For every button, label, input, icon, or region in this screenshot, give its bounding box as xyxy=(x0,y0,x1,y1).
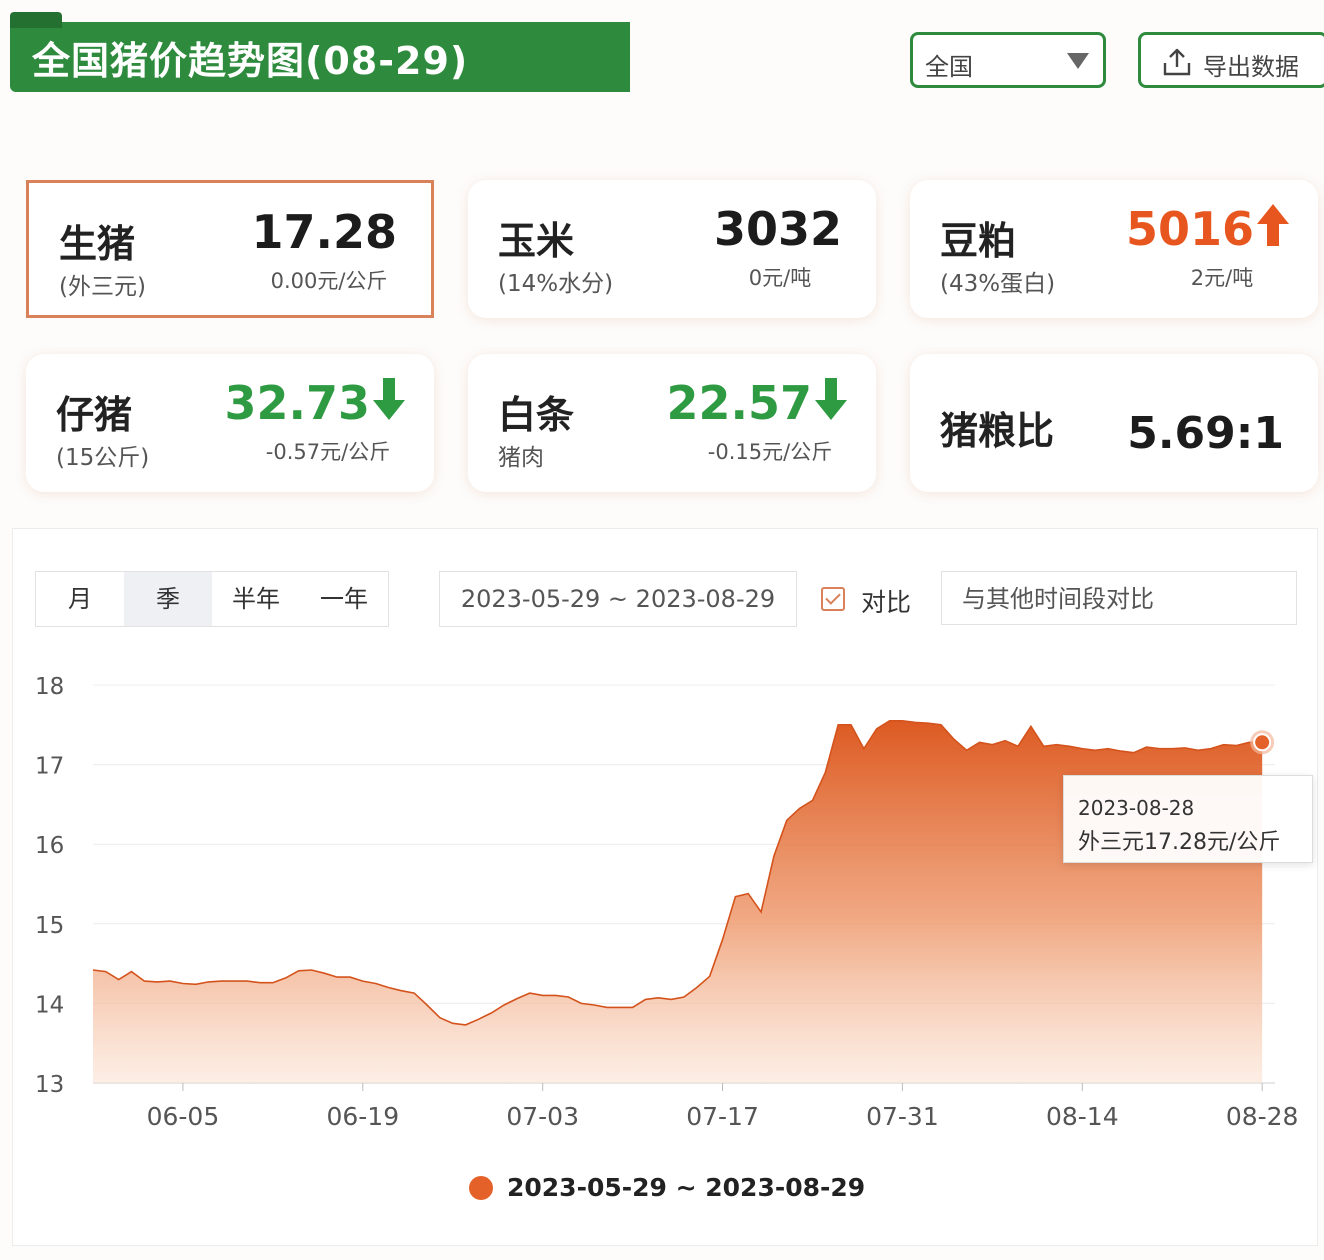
legend-marker xyxy=(469,1175,493,1200)
x-tick-label: 08-28 xyxy=(1226,1102,1299,1131)
card-name: 玉米 xyxy=(498,219,575,263)
upload-icon xyxy=(1163,48,1191,76)
card-sub: (43%蛋白) xyxy=(940,271,1056,297)
card-name: 猪粮比 xyxy=(940,409,1055,453)
x-tick-label: 07-31 xyxy=(866,1102,939,1131)
chart-tooltip: 2023-08-28 外三元17.28元/公斤 xyxy=(1063,775,1313,863)
card-sub: (15公斤) xyxy=(56,445,150,471)
card-sub: 猪肉 xyxy=(498,445,544,471)
card-change: 2元/吨 xyxy=(1190,266,1254,290)
card-name: 豆粕 xyxy=(940,219,1017,263)
chart-panel: 月 季 半年 一年 2023-05-29 ~ 2023-08-29 对比 与其他… xyxy=(12,528,1318,1246)
card-corn[interactable]: 玉米 (14%水分) 3032 0元/吨 xyxy=(468,180,876,318)
card-name: 白条 xyxy=(498,393,575,437)
arrow-down-icon xyxy=(815,378,847,420)
card-name: 仔猪 xyxy=(56,393,133,437)
export-button-label: 导出数据 xyxy=(1203,53,1299,81)
card-change: 0.00元/公斤 xyxy=(270,269,388,293)
card-value-wrap: 32.73 xyxy=(224,376,406,430)
card-value: 32.73 xyxy=(224,376,370,430)
y-tick-label: 16 xyxy=(35,833,64,859)
arrow-down-icon xyxy=(373,378,405,420)
title-banner: 全国猪价趋势图(08-29) xyxy=(10,12,630,92)
card-pork-carcass[interactable]: 白条 猪肉 22.57 -0.15元/公斤 xyxy=(468,354,876,492)
card-name: 生猪 xyxy=(59,222,136,266)
card-value-wrap: 5016 xyxy=(1126,202,1290,256)
card-soybean-meal[interactable]: 豆粕 (43%蛋白) 5016 2元/吨 xyxy=(910,180,1318,318)
y-tick-label: 13 xyxy=(35,1072,64,1098)
price-chart: 13 14 15 16 17 18 06-05 06-19 07-03 07-17 07-31 08-… xyxy=(35,674,1299,1131)
y-tick-label: 18 xyxy=(35,674,64,700)
card-value: 22.57 xyxy=(666,376,812,430)
card-value: 5016 xyxy=(1125,202,1254,256)
tooltip-date: 2023-08-28 xyxy=(1078,796,1195,820)
card-change: -0.57元/公斤 xyxy=(265,440,391,464)
region-select-value: 全国 xyxy=(925,53,973,81)
card-piglet[interactable]: 仔猪 (15公斤) 32.73 -0.57元/公斤 xyxy=(26,354,434,492)
card-change: -0.15元/公斤 xyxy=(707,440,833,464)
chevron-down-icon xyxy=(1067,53,1089,69)
y-tick-label: 14 xyxy=(35,992,64,1018)
card-live-pig[interactable]: 生猪 (外三元) 17.28 0.00元/公斤 xyxy=(26,180,434,318)
card-value: 3032 xyxy=(713,202,842,256)
y-tick-label: 17 xyxy=(35,754,64,780)
chart-legend[interactable]: 2023-05-29 ~ 2023-08-29 xyxy=(469,1173,865,1202)
card-sub: (14%水分) xyxy=(498,271,614,297)
x-tick-label: 07-03 xyxy=(506,1102,579,1131)
card-value-wrap: 22.57 xyxy=(666,376,848,430)
y-tick-label: 15 xyxy=(35,913,64,939)
page-title: 全国猪价趋势图(08-29) xyxy=(32,39,469,83)
tooltip-value: 外三元17.28元/公斤 xyxy=(1078,830,1281,855)
card-change: 0元/吨 xyxy=(748,266,812,290)
region-select[interactable]: 全国 xyxy=(910,32,1106,88)
card-value: 5.69:1 xyxy=(1127,408,1284,459)
x-tick-label: 06-05 xyxy=(147,1102,220,1131)
highlight-point xyxy=(1253,733,1272,752)
card-sub: (外三元) xyxy=(59,274,146,300)
x-tick-label: 06-19 xyxy=(326,1102,399,1131)
export-data-button[interactable]: 导出数据 xyxy=(1138,32,1324,88)
legend-label: 2023-05-29 ~ 2023-08-29 xyxy=(507,1173,866,1202)
x-tick-label: 08-14 xyxy=(1046,1102,1119,1131)
arrow-up-icon xyxy=(1257,204,1289,246)
x-tick-label: 07-17 xyxy=(686,1102,759,1131)
card-value: 17.28 xyxy=(251,205,397,259)
card-pig-grain-ratio[interactable]: 猪粮比 5.69:1 xyxy=(910,354,1318,492)
